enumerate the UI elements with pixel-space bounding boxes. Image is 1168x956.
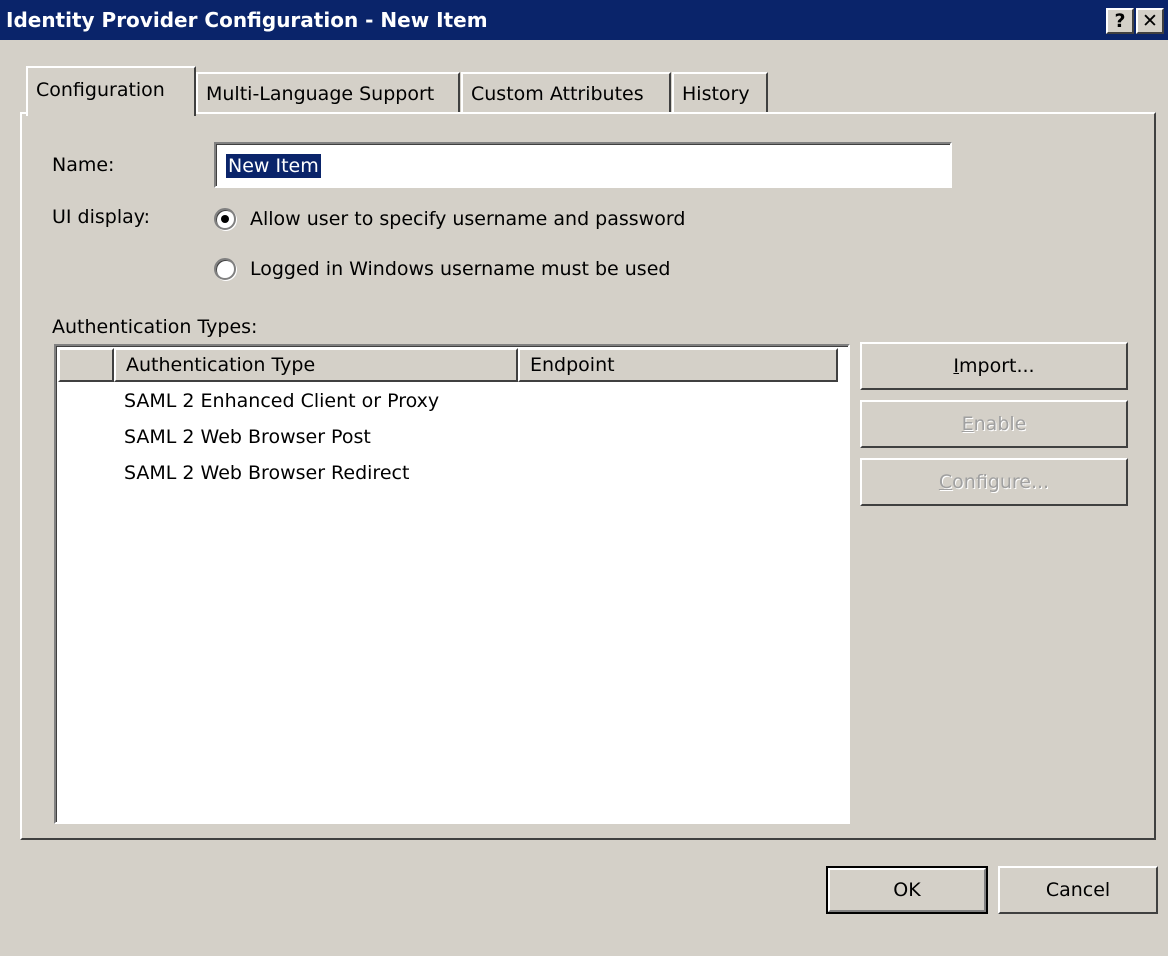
tab-configuration[interactable]: Configuration <box>26 66 196 116</box>
close-icon: ✕ <box>1142 10 1158 32</box>
radio-dot-icon <box>221 215 229 223</box>
help-button[interactable]: ? <box>1106 8 1134 34</box>
tab-history[interactable]: History <box>672 72 768 114</box>
name-label: Name: <box>52 154 115 176</box>
configure-mnemonic: C <box>938 471 953 493</box>
configuration-panel: Name: New Item UI display: Allow user to… <box>20 112 1156 840</box>
list-item[interactable]: SAML 2 Web Browser Post <box>124 420 371 454</box>
tab-custom-attributes[interactable]: Custom Attributes <box>461 72 671 114</box>
close-button[interactable]: ✕ <box>1136 8 1164 34</box>
radio-windows-label: Logged in Windows username must be used <box>250 258 671 280</box>
column-header-blank[interactable] <box>58 348 114 382</box>
ui-display-label: UI display: <box>52 206 151 228</box>
configure-button[interactable]: Configure... <box>860 458 1128 506</box>
list-header: Authentication Type Endpoint <box>58 348 848 382</box>
radio-allow-label: Allow user to specify username and passw… <box>250 208 686 230</box>
import-button[interactable]: Import... <box>860 342 1128 390</box>
authentication-types-label: Authentication Types: <box>52 316 258 338</box>
enable-button[interactable]: Enable <box>860 400 1128 448</box>
name-input-value: New Item <box>226 154 321 178</box>
name-input[interactable]: New Item <box>214 142 952 188</box>
window-title: Identity Provider Configuration - New It… <box>6 8 488 32</box>
authentication-types-list[interactable]: Authentication Type Endpoint SAML 2 Enha… <box>54 344 850 824</box>
enable-mnemonic: E <box>961 413 974 435</box>
ok-button[interactable]: OK <box>826 866 988 914</box>
identity-provider-dialog: Identity Provider Configuration - New It… <box>0 0 1168 956</box>
radio-button-selected[interactable] <box>214 208 236 230</box>
import-label: mport... <box>959 355 1035 377</box>
cancel-button[interactable]: Cancel <box>998 866 1158 914</box>
title-bar[interactable]: Identity Provider Configuration - New It… <box>0 0 1168 40</box>
enable-label: nable <box>973 413 1027 435</box>
configure-label: onfigure... <box>952 471 1050 493</box>
radio-button-unselected[interactable] <box>214 258 236 280</box>
tab-multi-language-support[interactable]: Multi-Language Support <box>196 72 460 114</box>
list-item[interactable]: SAML 2 Enhanced Client or Proxy <box>124 384 439 418</box>
list-item[interactable]: SAML 2 Web Browser Redirect <box>124 456 409 490</box>
ok-button-label: OK <box>828 868 986 912</box>
column-header-authentication-type[interactable]: Authentication Type <box>114 348 518 382</box>
column-header-endpoint[interactable]: Endpoint <box>518 348 838 382</box>
